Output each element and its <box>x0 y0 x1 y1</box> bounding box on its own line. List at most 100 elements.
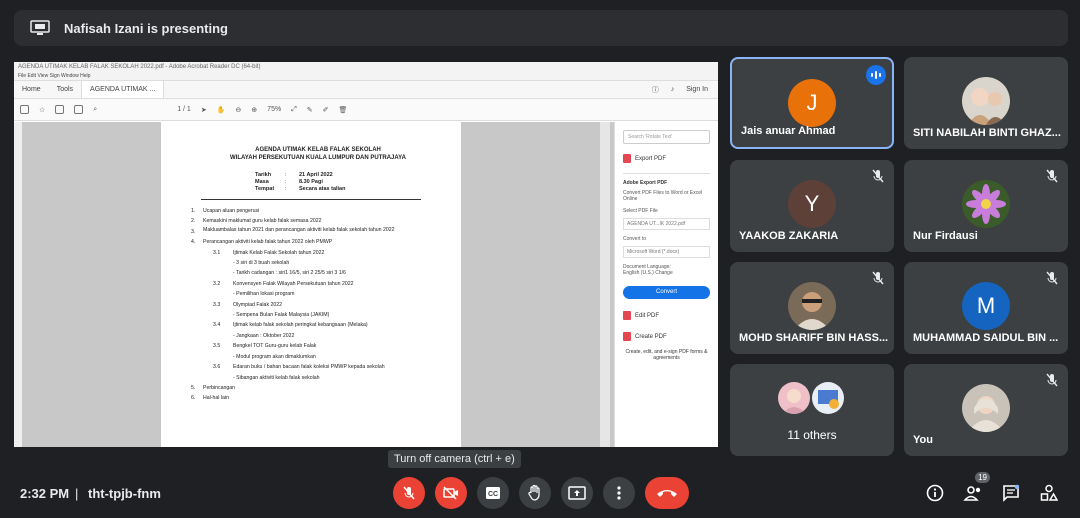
shared-screen: AGENDA UTIMAK KELAB FALAK SEKOLAH 2022.p… <box>14 62 718 447</box>
participant-name: MUHAMMAD SAIDUL BIN ... <box>913 332 1059 344</box>
convert-button: Convert <box>623 286 710 299</box>
meeting-info-button[interactable] <box>922 480 948 506</box>
speaking-indicator-icon <box>866 65 886 85</box>
agenda-item: 4. Perancangan aktiviti kelab falak tahun… <box>191 239 333 246</box>
self-tile[interactable]: You <box>904 364 1068 456</box>
agenda-note: - Sempena Bulan Falak Malaysia (JAKIM) <box>233 312 330 319</box>
acrobat-menu-bar: File Edit View Sign Window Help <box>14 72 718 81</box>
participant-tile[interactable]: M MUHAMMAD SAIDUL BIN ... <box>904 262 1068 354</box>
acrobat-toolbar: ☆ ⌕ 1 / 1 ➤ ✋ ⊖ ⊕ 75% ⤢ ✎ ✐ 🗑 <box>14 99 718 121</box>
leave-call-button[interactable] <box>645 477 689 509</box>
agenda-note: - Pemilihan lokasi program <box>233 291 295 298</box>
more-options-button[interactable] <box>603 477 635 509</box>
raise-hand-icon <box>528 484 540 501</box>
acrobat-tabs: Home Tools AGENDA UTIMAK ... ⓘ ♪ Sign In <box>14 81 718 99</box>
create-pdf-tool: Create PDF <box>623 332 710 341</box>
agenda-subitem: 3.6 Edaran buku / bahan bacaan falak kole… <box>213 364 385 371</box>
agenda-note: - Jangkaan : Oktober 2022 <box>233 332 295 339</box>
avatar-photo <box>962 77 1010 125</box>
participant-name: SITI NABILAH BINTI GHAZ... <box>913 127 1061 139</box>
presenting-text: Nafisah Izani is presenting <box>64 20 228 36</box>
tools-panel: Search 'Rotate Text' Export PDF Adobe Ex… <box>614 122 718 447</box>
export-pdf-tool: Export PDF <box>623 154 710 163</box>
edit-pdf-icon <box>623 311 631 320</box>
agenda-subitem: 3.3 Olympiad Falak 2022 <box>213 301 283 308</box>
meta-key: Masa <box>255 179 269 185</box>
camera-tooltip: Turn off camera (ctrl + e) <box>388 450 521 468</box>
meta-key: Tarikh <box>255 172 272 178</box>
captions-icon: CC <box>486 487 500 499</box>
meta-value: 21 April 2022 <box>299 172 333 178</box>
mic-off-icon <box>870 270 886 286</box>
agenda-subitem: 3.5 Bengkel TOT Guru-guru kelab Falak <box>213 343 317 350</box>
cursor-icon: ➤ <box>200 106 207 114</box>
scrollbar <box>600 122 610 447</box>
participant-name: You <box>913 434 933 446</box>
agenda-subitem: 3.1 Ijtimak Kelab Falak Sekolah tahun 202… <box>213 249 325 256</box>
more-vert-icon <box>617 486 621 500</box>
tab-tools: Tools <box>56 86 74 93</box>
divider: | <box>75 485 79 501</box>
save-icon <box>20 105 29 114</box>
export-section: Adobe Export PDF Convert PDF Files to Wo… <box>623 173 710 299</box>
tab-home: Home <box>22 86 41 93</box>
tools-search-input: Search 'Rotate Text' <box>623 130 710 144</box>
chat-button[interactable] <box>998 480 1024 506</box>
doc-title-1: AGENDA UTIMAK KELAB FALAK SEKOLAH <box>255 147 381 153</box>
presenting-banner: Nafisah Izani is presenting <box>14 10 1068 46</box>
comment-icon: ✎ <box>306 106 313 114</box>
left-panel <box>14 122 22 447</box>
others-tile[interactable]: 11 others <box>730 364 894 456</box>
delete-icon: 🗑 <box>338 106 348 114</box>
meeting-code: tht-tpjb-fnm <box>88 485 161 501</box>
camera-toggle-button[interactable] <box>435 477 467 509</box>
agenda-item: 1. Ucapan aluan pengerusi <box>191 208 260 214</box>
promo-text: Create, edit, and e-sign PDF forms & agr… <box>625 349 708 361</box>
avatar: Y <box>788 180 836 228</box>
meta-key: Tempat <box>255 186 275 192</box>
pdf-page: AGENDA UTIMAK KELAB FALAK SEKOLAH WILAYA… <box>161 122 461 447</box>
agenda-note: - Sibangan aktiviti kelab falak sekolah <box>233 374 320 381</box>
acrobat-window-title: AGENDA UTIMAK KELAB FALAK SEKOLAH 2022.p… <box>14 62 718 72</box>
participant-tile[interactable]: J Jais anuar Ahmad <box>730 57 894 149</box>
people-button[interactable]: 19 <box>960 472 990 506</box>
avatar-photo <box>962 180 1010 228</box>
participant-name: YAAKOB ZAKARIA <box>739 230 839 242</box>
present-now-button[interactable] <box>561 477 593 509</box>
svg-text:CC: CC <box>488 491 498 498</box>
tab-document: AGENDA UTIMAK ... <box>81 81 165 98</box>
meta-value: Secara atas talian <box>299 186 346 192</box>
doc-title-2: WILAYAH PERSEKUTUAN KUALA LUMPUR DAN PUT… <box>230 155 406 161</box>
avatar-photo <box>778 382 810 414</box>
mic-off-icon <box>1044 270 1060 286</box>
agenda-item: 5. Perbincangan <box>191 384 236 391</box>
activities-icon <box>1040 484 1058 501</box>
info-icon <box>926 484 944 502</box>
raise-hand-button[interactable] <box>519 477 551 509</box>
help-icon: ⓘ <box>651 86 659 94</box>
participant-tile[interactable]: MOHD SHARIFF BIN HASS... <box>730 262 894 354</box>
agenda-item: 2. Kemaskini maklumat guru kelab falak se… <box>191 218 322 225</box>
mic-off-icon <box>870 168 886 184</box>
mic-off-icon <box>1044 372 1060 388</box>
others-count: 11 others <box>787 428 837 442</box>
avatar: M <box>962 282 1010 330</box>
activities-button[interactable] <box>1036 480 1062 506</box>
participant-tile[interactable]: Y YAAKOB ZAKARIA <box>730 160 894 252</box>
presentation-icon <box>30 20 50 36</box>
mic-toggle-button[interactable] <box>393 477 425 509</box>
participant-name: Jais anuar Ahmad <box>741 125 836 137</box>
agenda-note: - 3 siri di 3 buah sekolah <box>233 260 290 267</box>
captions-button[interactable]: CC <box>477 477 509 509</box>
camera-off-icon <box>443 486 458 500</box>
call-end-icon <box>657 490 677 497</box>
bottom-control-bar: 2:32 PM | tht-tpjb-fnm CC 19 <box>0 468 1080 518</box>
others-avatars <box>778 382 844 414</box>
participant-tile[interactable]: Nur Firdausi <box>904 160 1068 252</box>
upload-icon <box>55 105 65 114</box>
participant-tile[interactable]: SITI NABILAH BINTI GHAZ... <box>904 57 1068 149</box>
format-select: Microsoft Word (*.docx) <box>623 246 710 258</box>
star-icon: ☆ <box>39 106 46 114</box>
right-controls: 19 <box>922 472 1062 506</box>
hand-tool-icon: ✋ <box>216 106 226 114</box>
